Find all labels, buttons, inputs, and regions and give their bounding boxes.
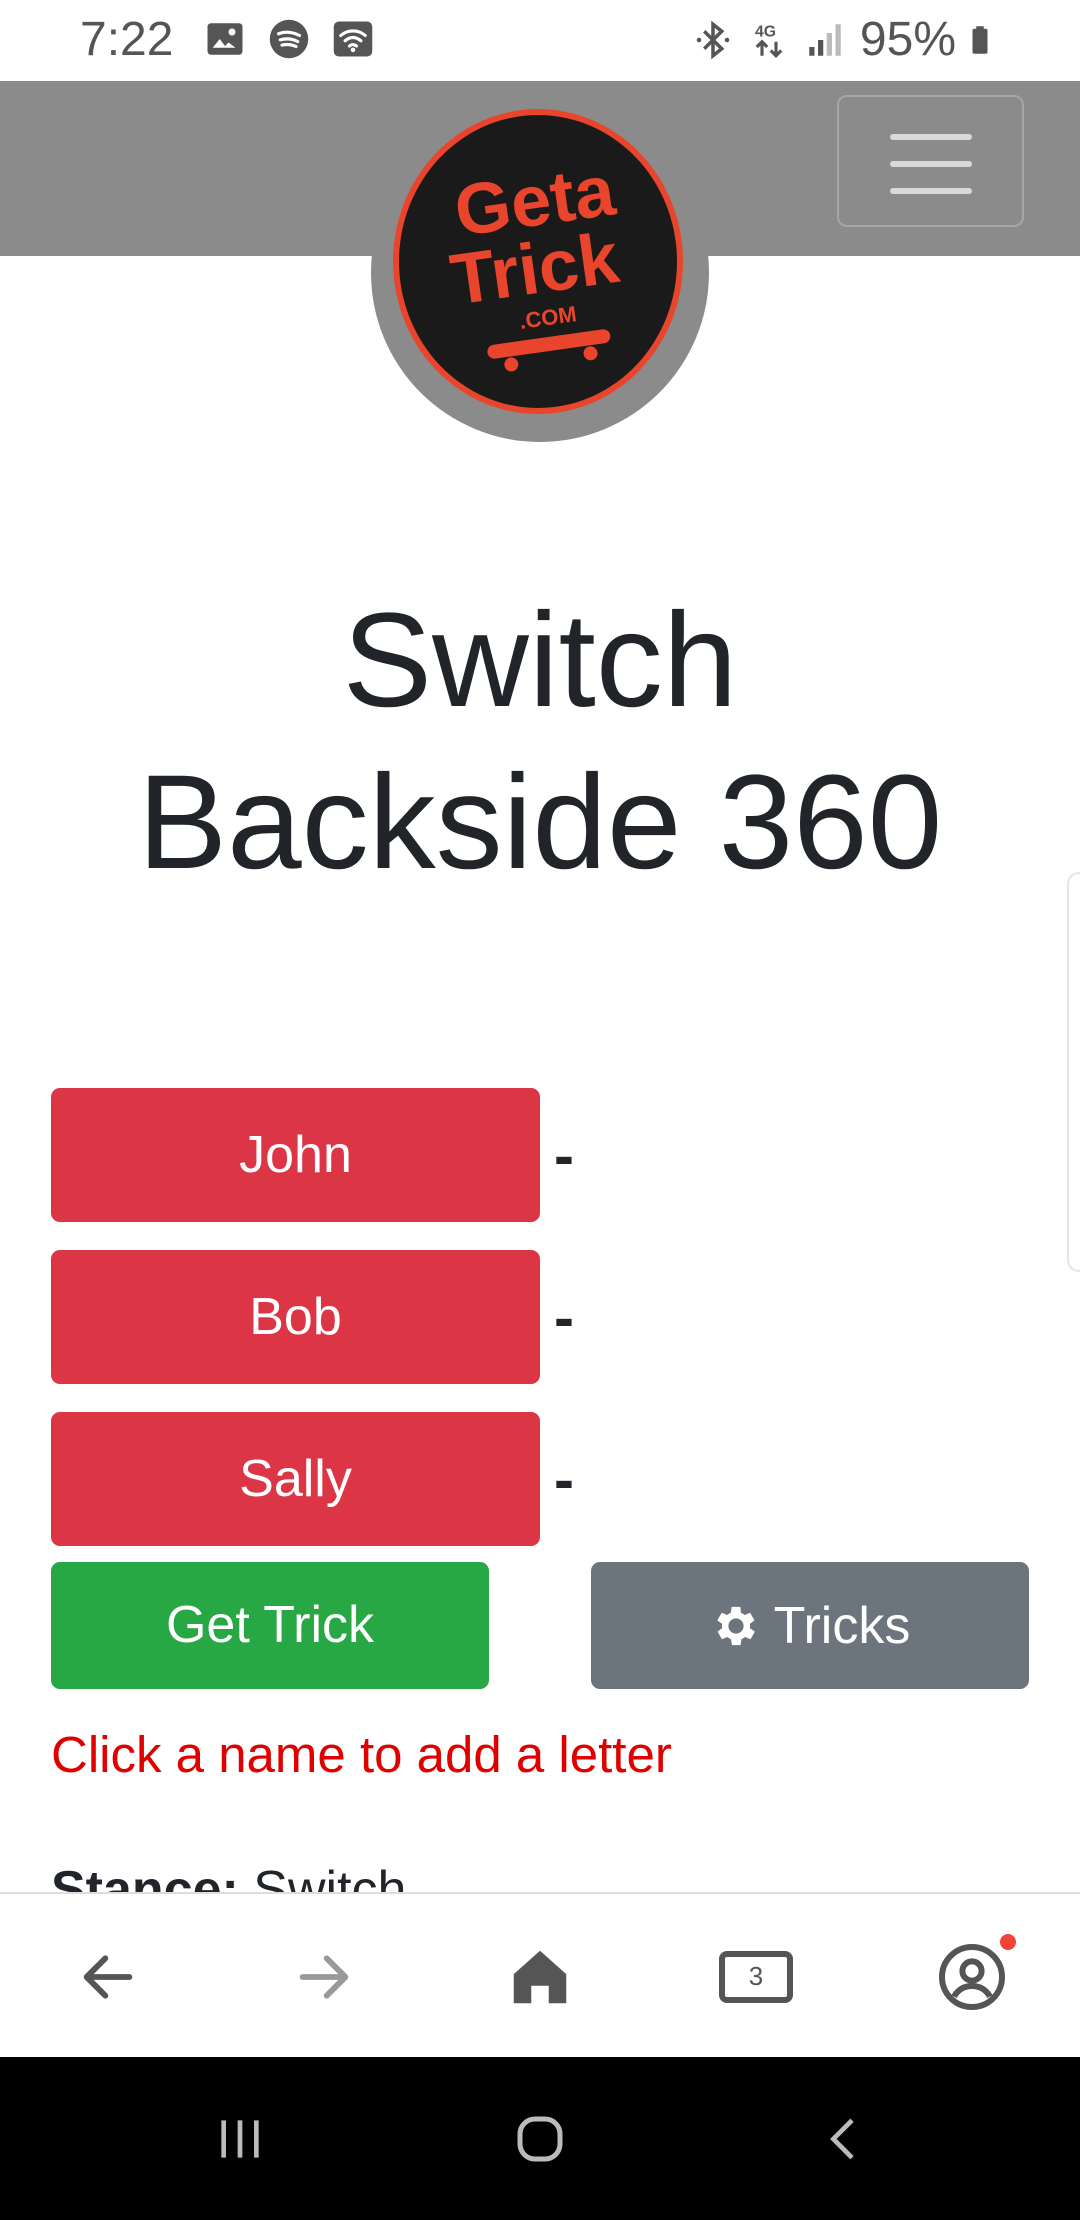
spotify-icon	[269, 19, 309, 59]
home-button[interactable]	[480, 1894, 600, 2059]
navbar-toggle-button[interactable]	[837, 95, 1024, 227]
bluetooth-icon	[696, 20, 730, 59]
skateboard-icon	[487, 329, 611, 372]
player-button-sally[interactable]: Sally	[51, 1412, 540, 1546]
trick-title: Switch Backside 360	[0, 580, 1080, 904]
system-navigation-bar	[0, 2057, 1080, 2220]
player-button-john[interactable]: John	[51, 1088, 540, 1222]
get-trick-button[interactable]: Get Trick	[51, 1562, 489, 1689]
player-letters: -	[554, 1283, 574, 1351]
player-letters: -	[554, 1445, 574, 1513]
svg-text:4G: 4G	[755, 23, 776, 40]
notification-dot	[1000, 1934, 1016, 1950]
tabs-icon: 3	[719, 1950, 793, 2003]
account-button[interactable]	[912, 1894, 1032, 2059]
trick-title-line2: Backside 360	[137, 748, 943, 897]
tricks-button[interactable]: Tricks	[591, 1562, 1029, 1689]
player-row: Sally -	[51, 1412, 574, 1546]
forward-button[interactable]	[264, 1894, 384, 2059]
site-logo[interactable]: Geta Trick .COM	[371, 104, 709, 442]
player-row: John -	[51, 1088, 574, 1222]
back-button[interactable]	[48, 1894, 168, 2059]
back-system-button[interactable]	[805, 2057, 885, 2220]
trick-title-line1: Switch	[342, 586, 738, 735]
recent-apps-icon	[221, 2119, 259, 2158]
player-button-bob[interactable]: Bob	[51, 1250, 540, 1384]
status-bar: 7:22 4G 95%	[0, 0, 1080, 81]
4g-icon: 4G	[755, 23, 783, 58]
gallery-icon	[207, 23, 243, 55]
status-time: 7:22	[80, 13, 174, 66]
tab-count: 3	[748, 1961, 764, 1991]
tabs-button[interactable]: 3	[696, 1894, 816, 2059]
hamburger-menu-icon	[890, 134, 972, 140]
hint-text: Click a name to add a letter	[51, 1726, 672, 1783]
logo-graphic: Geta Trick .COM	[446, 150, 624, 372]
signal-icon	[809, 23, 841, 56]
battery-percent: 95%	[859, 13, 956, 66]
recent-apps-button[interactable]	[200, 2057, 280, 2220]
forward-arrow-icon	[299, 1954, 349, 1999]
chevron-left-icon	[830, 2118, 854, 2159]
battery-icon	[972, 25, 988, 54]
back-arrow-icon	[83, 1954, 133, 1999]
player-letters: -	[554, 1121, 574, 1189]
logo-badge: Geta Trick .COM	[393, 109, 683, 414]
home-system-button[interactable]	[500, 2057, 580, 2220]
account-icon	[939, 1943, 1005, 2010]
gear-icon	[717, 1606, 755, 1645]
browser-toolbar: 3	[0, 1892, 1080, 2059]
home-circle-icon	[517, 2116, 563, 2161]
side-drawer-handle[interactable]	[1067, 872, 1080, 1272]
wifi-icon	[333, 21, 373, 57]
tricks-button-label: Tricks	[773, 1596, 911, 1655]
player-row: Bob -	[51, 1250, 574, 1384]
home-icon	[513, 1950, 567, 2003]
